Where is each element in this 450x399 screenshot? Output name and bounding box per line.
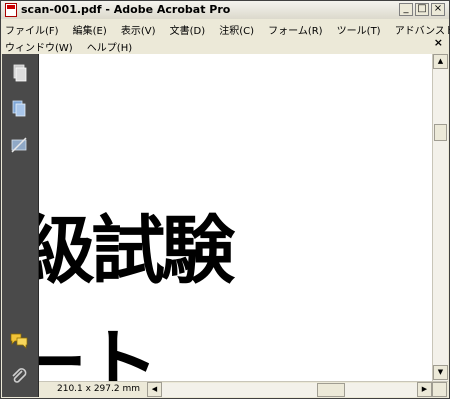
menu-bar: ファイル(F) 編集(E) 表示(V) 文書(D) 注釈(C) フォーム(R) … xyxy=(1,19,450,54)
document-close-icon[interactable]: × xyxy=(434,36,443,49)
navigation-pane xyxy=(2,54,39,397)
document-text-line-1: 級試験 xyxy=(39,208,235,294)
scroll-left-button[interactable]: ◀ xyxy=(147,382,162,397)
page-size-label: 210.1 x 297.2 mm xyxy=(57,384,140,394)
menu-tools[interactable]: ツール(T) xyxy=(333,24,386,40)
pdf-file-icon xyxy=(5,3,17,17)
layers-icon[interactable] xyxy=(10,100,28,118)
menu-comments[interactable]: 注釈(C) xyxy=(215,24,259,40)
scroll-down-button[interactable]: ▼ xyxy=(433,365,448,380)
title-bar: scan-001.pdf - Adobe Acrobat Pro _ □ × xyxy=(1,1,449,20)
document-text-line-2: ート xyxy=(39,321,159,381)
document-view[interactable]: 級試験 ート xyxy=(39,54,432,381)
minimize-button[interactable]: _ xyxy=(399,3,413,16)
window-title: scan-001.pdf - Adobe Acrobat Pro xyxy=(21,3,231,16)
menu-forms[interactable]: フォーム(R) xyxy=(264,24,327,40)
close-button[interactable]: × xyxy=(431,3,445,16)
vertical-scrollbar[interactable]: ▲ ▼ xyxy=(432,54,448,381)
signatures-icon[interactable] xyxy=(10,136,28,154)
maximize-button[interactable]: □ xyxy=(415,3,429,16)
status-bar: 210.1 x 297.2 mm ◀ ▶ xyxy=(39,381,448,398)
pages-icon[interactable] xyxy=(10,64,28,82)
vertical-scroll-thumb[interactable] xyxy=(434,124,447,141)
menu-row-2: ウィンドウ(W) ヘルプ(H) xyxy=(1,36,137,54)
acrobat-window: scan-001.pdf - Adobe Acrobat Pro _ □ × フ… xyxy=(0,0,450,399)
menu-document[interactable]: 文書(D) xyxy=(166,24,211,40)
scroll-up-button[interactable]: ▲ xyxy=(433,54,448,69)
horizontal-scroll-thumb[interactable] xyxy=(317,383,345,397)
menu-row-1: ファイル(F) 編集(E) 表示(V) 文書(D) 注釈(C) フォーム(R) … xyxy=(1,19,450,37)
comments-icon[interactable] xyxy=(10,331,28,349)
size-grip xyxy=(432,382,447,397)
attachments-icon[interactable] xyxy=(10,367,28,385)
horizontal-scrollbar[interactable] xyxy=(162,383,417,397)
scroll-right-button[interactable]: ▶ xyxy=(417,382,432,397)
